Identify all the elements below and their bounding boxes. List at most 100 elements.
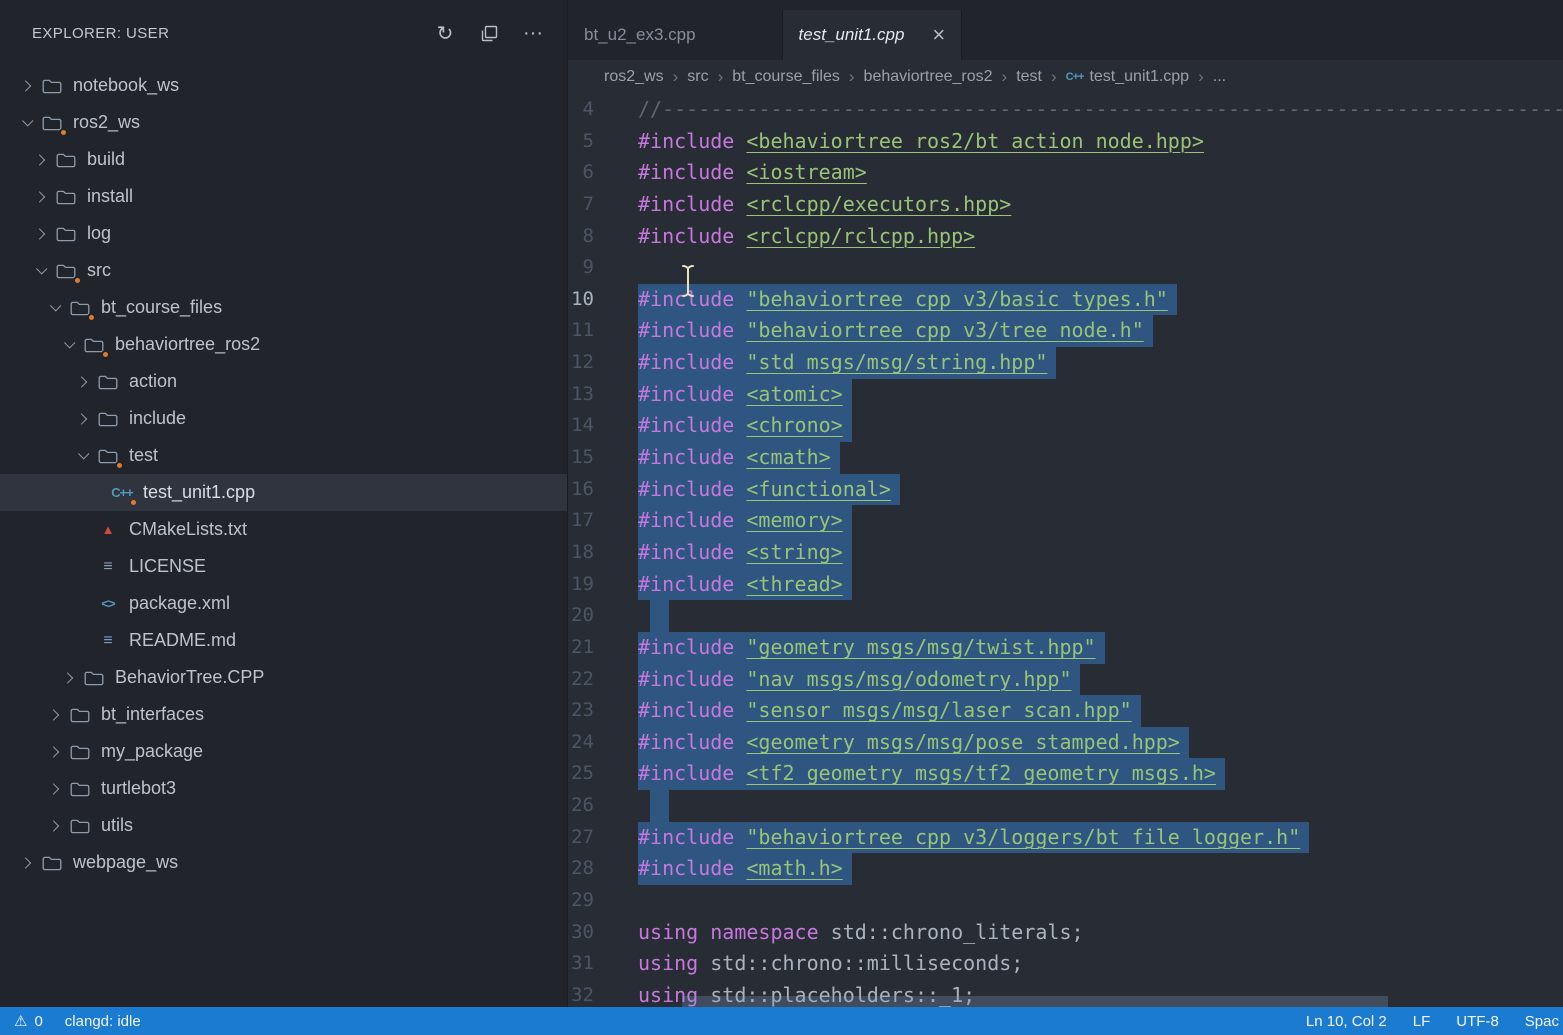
- tree-item-my_package[interactable]: my_package: [0, 733, 567, 770]
- line-number[interactable]: 19: [568, 569, 638, 601]
- tree-item-notebook_ws[interactable]: notebook_ws: [0, 67, 567, 104]
- code-line[interactable]: 4//-------------------------------------…: [568, 94, 1563, 126]
- code-line[interactable]: 28#include <math.h>: [568, 853, 1563, 885]
- status-utf-8[interactable]: UTF-8: [1456, 1013, 1499, 1030]
- line-number[interactable]: 5: [568, 126, 638, 158]
- refresh-icon[interactable]: ↻: [431, 20, 459, 48]
- breadcrumb-item-behaviortree_ros2[interactable]: behaviortree_ros2: [864, 68, 993, 86]
- line-number[interactable]: 8: [568, 221, 638, 253]
- horizontal-scrollbar[interactable]: [682, 996, 1388, 1007]
- language-server-status[interactable]: clangd: idle: [65, 1013, 141, 1030]
- line-number[interactable]: 29: [568, 885, 638, 917]
- status-ln-10-col-2[interactable]: Ln 10, Col 2: [1306, 1013, 1387, 1030]
- line-number[interactable]: 26: [568, 790, 638, 822]
- breadcrumb-item-bt_course_files[interactable]: bt_course_files: [732, 68, 840, 86]
- line-number[interactable]: 32: [568, 980, 638, 1007]
- tree-item-test[interactable]: test: [0, 437, 567, 474]
- code-line[interactable]: 14#include <chrono>: [568, 410, 1563, 442]
- line-number[interactable]: 28: [568, 853, 638, 885]
- code-line[interactable]: 24#include <geometry_msgs/msg/pose_stamp…: [568, 727, 1563, 759]
- line-number[interactable]: 20: [568, 600, 638, 632]
- code-line[interactable]: 22#include "nav_msgs/msg/odometry.hpp": [568, 664, 1563, 696]
- line-number[interactable]: 23: [568, 695, 638, 727]
- breadcrumb-item-src[interactable]: src: [687, 68, 708, 86]
- line-number[interactable]: 21: [568, 632, 638, 664]
- line-number[interactable]: 24: [568, 727, 638, 759]
- more-actions-icon[interactable]: ···: [519, 20, 547, 48]
- code-line[interactable]: 8#include <rclcpp/rclcpp.hpp>: [568, 221, 1563, 253]
- code-line[interactable]: 15#include <cmath>: [568, 442, 1563, 474]
- code-line[interactable]: 16#include <functional>: [568, 474, 1563, 506]
- code-line[interactable]: 31using std::chrono::milliseconds;: [568, 948, 1563, 980]
- line-number[interactable]: 11: [568, 315, 638, 347]
- line-number[interactable]: 12: [568, 347, 638, 379]
- warning-count[interactable]: 0: [34, 1013, 42, 1030]
- code-line[interactable]: 9: [568, 252, 1563, 284]
- code-line[interactable]: 25#include <tf2_geometry_msgs/tf2_geomet…: [568, 758, 1563, 790]
- code-line[interactable]: 20: [568, 600, 1563, 632]
- tree-item-install[interactable]: install: [0, 178, 567, 215]
- line-number[interactable]: 4: [568, 94, 638, 126]
- code-line[interactable]: 23#include "sensor_msgs/msg/laser_scan.h…: [568, 695, 1563, 727]
- status-spac[interactable]: Spac: [1525, 1013, 1559, 1030]
- line-number[interactable]: 30: [568, 917, 638, 949]
- line-number[interactable]: 10: [568, 284, 638, 316]
- close-icon[interactable]: ×: [932, 24, 945, 46]
- breadcrumb-item-ros2_ws[interactable]: ros2_ws: [604, 68, 664, 86]
- code-editor[interactable]: 4//-------------------------------------…: [568, 94, 1563, 1007]
- tree-item-ros2_ws[interactable]: ros2_ws: [0, 104, 567, 141]
- tree-item-turtlebot3[interactable]: turtlebot3: [0, 770, 567, 807]
- line-number[interactable]: 17: [568, 505, 638, 537]
- code-line[interactable]: 7#include <rclcpp/executors.hpp>: [568, 189, 1563, 221]
- tree-item-action[interactable]: action: [0, 363, 567, 400]
- line-number[interactable]: 18: [568, 537, 638, 569]
- breadcrumb-item-test_unit1.cpp[interactable]: C++test_unit1.cpp: [1066, 68, 1189, 86]
- tree-item-log[interactable]: log: [0, 215, 567, 252]
- tree-item-LICENSE[interactable]: ≡LICENSE: [0, 548, 567, 585]
- code-line[interactable]: 12#include "std_msgs/msg/string.hpp": [568, 347, 1563, 379]
- line-number[interactable]: 16: [568, 474, 638, 506]
- line-number[interactable]: 31: [568, 948, 638, 980]
- tree-item-package.xml[interactable]: <>package.xml: [0, 585, 567, 622]
- code-line[interactable]: 19#include <thread>: [568, 569, 1563, 601]
- tree-item-test_unit1.cpp[interactable]: C++test_unit1.cpp: [0, 474, 567, 511]
- code-line[interactable]: 21#include "geometry_msgs/msg/twist.hpp": [568, 632, 1563, 664]
- status-lf[interactable]: LF: [1413, 1013, 1431, 1030]
- code-line[interactable]: 30using namespace std::chrono_literals;: [568, 917, 1563, 949]
- tree-item-build[interactable]: build: [0, 141, 567, 178]
- line-number[interactable]: 14: [568, 410, 638, 442]
- breadcrumb-item-test[interactable]: test: [1016, 68, 1042, 86]
- code-line[interactable]: 18#include <string>: [568, 537, 1563, 569]
- code-line[interactable]: 11#include "behaviortree_cpp_v3/tree_nod…: [568, 315, 1563, 347]
- tree-item-utils[interactable]: utils: [0, 807, 567, 844]
- code-line[interactable]: 10#include "behaviortree_cpp_v3/basic_ty…: [568, 284, 1563, 316]
- code-line[interactable]: 17#include <memory>: [568, 505, 1563, 537]
- tab-bt_u2_ex3.cpp[interactable]: bt_u2_ex3.cpp: [568, 10, 783, 60]
- tree-item-bt_course_files[interactable]: bt_course_files: [0, 289, 567, 326]
- line-number[interactable]: 27: [568, 822, 638, 854]
- tree-item-bt_interfaces[interactable]: bt_interfaces: [0, 696, 567, 733]
- code-line[interactable]: 5#include <behaviortree_ros2/bt_action_n…: [568, 126, 1563, 158]
- warning-icon[interactable]: ⚠: [14, 1012, 27, 1030]
- tree-item-include[interactable]: include: [0, 400, 567, 437]
- line-number[interactable]: 25: [568, 758, 638, 790]
- code-line[interactable]: 27#include "behaviortree_cpp_v3/loggers/…: [568, 822, 1563, 854]
- line-number[interactable]: 13: [568, 379, 638, 411]
- tree-item-BehaviorTree.CPP[interactable]: BehaviorTree.CPP: [0, 659, 567, 696]
- tree-item-behaviortree_ros2[interactable]: behaviortree_ros2: [0, 326, 567, 363]
- line-number[interactable]: 9: [568, 252, 638, 284]
- code-line[interactable]: 6#include <iostream>: [568, 157, 1563, 189]
- line-number[interactable]: 22: [568, 664, 638, 696]
- tree-item-CMakeLists.txt[interactable]: ▲CMakeLists.txt: [0, 511, 567, 548]
- tree-item-webpage_ws[interactable]: webpage_ws: [0, 844, 567, 881]
- tree-item-src[interactable]: src: [0, 252, 567, 289]
- tab-test_unit1.cpp[interactable]: test_unit1.cpp×: [783, 10, 963, 60]
- line-number[interactable]: 15: [568, 442, 638, 474]
- line-number[interactable]: 6: [568, 157, 638, 189]
- code-line[interactable]: 26: [568, 790, 1563, 822]
- collapse-folders-icon[interactable]: [475, 20, 503, 48]
- tree-item-README.md[interactable]: ≡README.md: [0, 622, 567, 659]
- code-line[interactable]: 13#include <atomic>: [568, 379, 1563, 411]
- line-number[interactable]: 7: [568, 189, 638, 221]
- breadcrumb-item-...[interactable]: ...: [1213, 68, 1226, 86]
